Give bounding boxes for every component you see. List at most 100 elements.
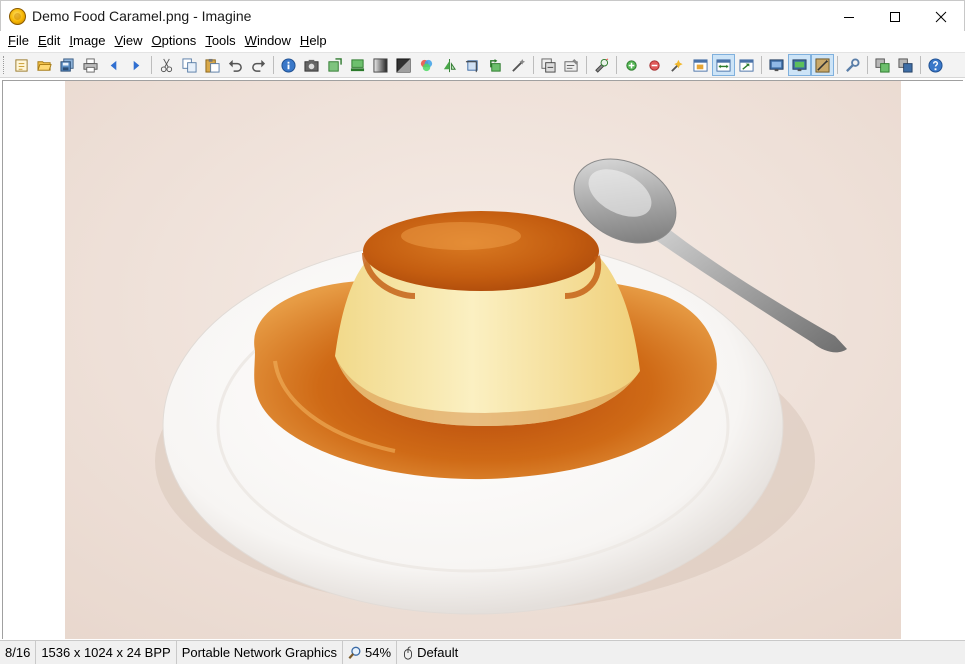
color-icon <box>420 59 433 71</box>
actual-size-button[interactable] <box>735 54 758 76</box>
cut-icon <box>160 58 173 72</box>
resize-button[interactable] <box>323 54 346 76</box>
batch-convert-button[interactable] <box>537 54 560 76</box>
info-button[interactable] <box>277 54 300 76</box>
toolbar-separator <box>586 56 587 74</box>
menu-window-accel: W <box>244 33 257 48</box>
open-icon <box>37 60 52 71</box>
status-dimensions: 1536 x 1024 x 24 BPP <box>36 640 177 664</box>
status-profile-value: Default <box>417 645 459 660</box>
status-zoom-value: 54% <box>365 645 392 660</box>
menu-tools[interactable]: Tools <box>201 31 239 51</box>
redo-button[interactable] <box>247 54 270 76</box>
menu-window[interactable]: Window <box>241 31 295 51</box>
zoom-select-button[interactable] <box>666 54 689 76</box>
print-button[interactable] <box>79 54 102 76</box>
effects-button[interactable] <box>507 54 530 76</box>
maximize-icon <box>890 11 900 22</box>
fit-width-button[interactable] <box>712 54 735 76</box>
zoom-in-button[interactable] <box>620 54 643 76</box>
minimize-button[interactable] <box>826 1 872 32</box>
toolbar <box>0 52 965 78</box>
maximize-button[interactable] <box>872 1 918 32</box>
status-profile[interactable]: Default <box>397 641 463 664</box>
toolbar-grip[interactable] <box>3 56 6 74</box>
save-all-button[interactable] <box>56 54 79 76</box>
undo-button[interactable] <box>224 54 247 76</box>
actual-size-icon <box>739 58 754 72</box>
image-canvas[interactable] <box>65 81 901 639</box>
slideshow-button[interactable] <box>788 54 811 76</box>
thumbnail-button[interactable] <box>811 54 834 76</box>
paste-button[interactable] <box>201 54 224 76</box>
cut-button[interactable] <box>155 54 178 76</box>
menu-help[interactable]: Help <box>296 31 331 51</box>
mouse-icon <box>404 645 412 660</box>
color-button[interactable] <box>415 54 438 76</box>
status-bar: 8/16 1536 x 1024 x 24 BPP Portable Netwo… <box>0 640 965 664</box>
browse-folder-icon <box>15 58 28 72</box>
menu-bar: File Edit Image View Options Tools Windo… <box>0 31 965 51</box>
settings-button[interactable] <box>841 54 864 76</box>
monitor-icon <box>898 57 913 73</box>
monitor-button[interactable] <box>894 54 917 76</box>
zoom-out-button[interactable] <box>643 54 666 76</box>
previous-button[interactable] <box>102 54 125 76</box>
slideshow-icon <box>792 58 807 71</box>
fit-width-icon <box>716 58 731 72</box>
image-viewport[interactable] <box>2 80 963 639</box>
menu-tools-label: ools <box>211 33 236 48</box>
window-controls <box>826 1 964 32</box>
settings-icon <box>846 57 860 72</box>
flip-icon <box>443 58 457 72</box>
menu-options-label: ptions <box>161 33 197 48</box>
menu-edit-accel: E <box>37 33 47 48</box>
info-icon <box>281 57 296 73</box>
menu-edit[interactable]: Edit <box>34 31 64 51</box>
resize-icon <box>328 57 342 72</box>
thumbnail-icon <box>815 57 830 73</box>
previous-icon <box>110 60 117 70</box>
menu-view[interactable]: View <box>111 31 147 51</box>
zoom-icon <box>348 646 361 659</box>
toolbar-separator <box>867 56 868 74</box>
status-image-index: 8/16 <box>0 640 37 664</box>
browse-folder-button[interactable] <box>10 54 33 76</box>
crop-button[interactable] <box>461 54 484 76</box>
canvas-button[interactable] <box>346 54 369 76</box>
plugins-button[interactable] <box>871 54 894 76</box>
camera-button[interactable] <box>300 54 323 76</box>
copy-button[interactable] <box>178 54 201 76</box>
menu-file-label: ile <box>15 33 29 48</box>
paste-icon <box>205 58 220 73</box>
negative-button[interactable] <box>392 54 415 76</box>
menu-file-accel: F <box>8 33 16 48</box>
toolbar-separator <box>616 56 617 74</box>
status-format: Portable Network Graphics <box>177 640 344 664</box>
menu-image-label: mage <box>73 33 106 48</box>
fit-window-button[interactable] <box>689 54 712 76</box>
zoom-out-icon <box>649 59 660 71</box>
screen-capture-button[interactable] <box>590 54 613 76</box>
menu-view-accel: V <box>114 33 123 48</box>
toolbar-separator <box>761 56 762 74</box>
redo-icon <box>252 59 266 72</box>
open-button[interactable] <box>33 54 56 76</box>
close-button[interactable] <box>918 1 964 32</box>
fullscreen-button[interactable] <box>765 54 788 76</box>
rotate-button[interactable] <box>484 54 507 76</box>
batch-rename-button[interactable] <box>560 54 583 76</box>
grayscale-button[interactable] <box>369 54 392 76</box>
next-button[interactable] <box>125 54 148 76</box>
window-title: Demo Food Caramel.png - Imagine <box>32 8 252 24</box>
help-button[interactable] <box>924 54 947 76</box>
toolbar-separator <box>151 56 152 74</box>
menu-edit-label: dit <box>46 33 61 48</box>
menu-file[interactable]: File <box>4 31 33 51</box>
menu-image[interactable]: Image <box>65 31 109 51</box>
status-zoom[interactable]: 54% <box>343 640 398 664</box>
flip-button[interactable] <box>438 54 461 76</box>
zoom-in-icon <box>626 59 637 71</box>
toolbar-separator <box>273 56 274 74</box>
menu-options[interactable]: Options <box>147 31 200 51</box>
